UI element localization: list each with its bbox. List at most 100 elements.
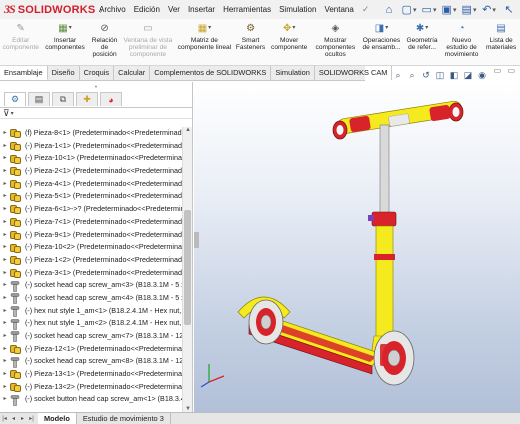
pin-icon[interactable]: ✓: [362, 4, 370, 15]
tab-5[interactable]: Simulation: [271, 66, 315, 80]
tab-1[interactable]: Diseño: [48, 66, 80, 80]
hide-show-icon[interactable]: ◉: [476, 69, 488, 81]
expand-arrow-icon[interactable]: ▸: [0, 317, 10, 330]
linear-pattern-button[interactable]: ▦ ▾ Matriz de componente lineal: [175, 19, 233, 65]
smart-fasteners-button[interactable]: ⚙ Smart Fasteners: [234, 19, 268, 65]
expand-arrow-icon[interactable]: ▸: [0, 241, 10, 254]
zoom-to-fit-icon[interactable]: ⌕: [392, 69, 404, 81]
filter-icon[interactable]: ⊽: [3, 108, 10, 119]
tree-row[interactable]: ▸ (f) Pieza-8<1> (Predeterminado<<Predete…: [0, 127, 182, 140]
feature-manager-tab[interactable]: ⚙: [4, 92, 26, 106]
tree-row[interactable]: ▸ (-) Pieza-4<1> (Predeterminado<<Predete…: [0, 178, 182, 191]
expand-arrow-icon[interactable]: ▸: [0, 330, 10, 343]
edit-component-button[interactable]: ✎ Editar componente: [0, 19, 41, 65]
expand-arrow-icon[interactable]: ▸: [0, 190, 10, 203]
show-hidden-button[interactable]: ◈ Mostrar componentes ocultos: [311, 19, 360, 65]
expand-arrow-icon[interactable]: ▸: [0, 279, 10, 292]
tree-row[interactable]: ▸ (-) Pieza-10<1> (Predeterminado<<Predet…: [0, 152, 182, 165]
tree-scrollbar[interactable]: ▲ ▼: [182, 127, 192, 412]
tree-row[interactable]: ▸ (-) Pieza-13<2> (Predeterminado<<Predet…: [0, 381, 182, 394]
new-document-icon[interactable]: ▢: [400, 2, 418, 18]
tab-0[interactable]: Ensamblaje: [0, 66, 48, 80]
first-tab-icon[interactable]: |◂: [0, 414, 9, 424]
view-orientation-icon[interactable]: ◧: [448, 69, 460, 81]
menu-item-0[interactable]: Archivo: [95, 0, 130, 19]
bill-of-materials-button[interactable]: ▤ Lista de materiales: [482, 19, 520, 65]
tab-4[interactable]: Complementos de SOLIDWORKS: [150, 66, 272, 80]
bottom-tab-0[interactable]: Modelo: [38, 412, 77, 424]
tree-row[interactable]: ▸ (-) Pieza-10<2> (Predeterminado<<Predet…: [0, 241, 182, 254]
save-icon[interactable]: ▣: [440, 2, 458, 18]
select-arrow-icon[interactable]: ↖: [500, 2, 518, 18]
configuration-manager-tab[interactable]: ⧉: [52, 92, 74, 106]
property-manager-tab[interactable]: ▤: [28, 92, 50, 106]
filter-dropdown-icon[interactable]: ▾: [11, 110, 14, 117]
expand-arrow-icon[interactable]: ▸: [0, 203, 10, 216]
assembly-features-button[interactable]: ◨ ▾ Operaciones de ensamb...: [360, 19, 403, 65]
reference-geometry-button[interactable]: ✱ ▾ Geometría de refer...: [403, 19, 441, 65]
expand-arrow-icon[interactable]: ▸: [0, 368, 10, 381]
tree-row[interactable]: ▸ (-) socket head cap screw_am<4> (B18.3.…: [0, 292, 182, 305]
expand-arrow-icon[interactable]: ▸: [0, 165, 10, 178]
zoom-area-icon[interactable]: ⌕: [406, 69, 418, 81]
tree-row[interactable]: ▸ (-) Pieza-1<1> (Predeterminado<<Predete…: [0, 140, 182, 153]
expand-arrow-icon[interactable]: ▸: [0, 229, 10, 242]
print-icon[interactable]: ▤: [460, 2, 478, 18]
undo-icon[interactable]: ↶: [480, 2, 498, 18]
expand-arrow-icon[interactable]: ▸: [0, 305, 10, 318]
graphics-area[interactable]: [194, 82, 520, 412]
move-component-button[interactable]: ✥ ▾ Mover componente: [268, 19, 311, 65]
tree-row[interactable]: ▸ (-) hex nut style 1_am<1> (B18.2.4.1M -…: [0, 305, 182, 318]
tree-row[interactable]: ▸ (-) Pieza-6<1>->? (Predeterminado<<Pred…: [0, 203, 182, 216]
tree-row[interactable]: ▸ (-) Pieza-9<1> (Predeterminado<<Predete…: [0, 229, 182, 242]
expand-arrow-icon[interactable]: ▸: [0, 381, 10, 394]
display-manager-tab[interactable]: ◕: [100, 92, 122, 106]
tree-row[interactable]: ▸ (-) Pieza-1<2> (Predeterminado<<Predete…: [0, 254, 182, 267]
previous-tab-icon[interactable]: ◂: [9, 414, 18, 424]
section-view-icon[interactable]: ◫: [434, 69, 446, 81]
menu-item-2[interactable]: Ver: [164, 0, 184, 19]
expand-arrow-icon[interactable]: ▸: [0, 178, 10, 191]
tab-6[interactable]: SOLIDWORKS CAM: [315, 66, 393, 80]
tree-row[interactable]: ▸ (-) Pieza-2<1> (Predeterminado<<Predete…: [0, 165, 182, 178]
last-tab-icon[interactable]: ▸|: [27, 414, 36, 424]
scrollbar-thumb[interactable]: [184, 210, 191, 325]
display-style-icon[interactable]: ◪: [462, 69, 474, 81]
menu-item-6[interactable]: Ventana: [320, 0, 357, 19]
tab-2[interactable]: Croquis: [80, 66, 115, 80]
previous-view-icon[interactable]: ↺: [420, 69, 432, 81]
expand-arrow-icon[interactable]: ▸: [0, 216, 10, 229]
tree-row[interactable]: ▸ (-) hex nut style 1_am<2> (B18.2.4.1M -…: [0, 317, 182, 330]
chevron-down-icon[interactable]: ▾: [208, 25, 211, 32]
expand-arrow-icon[interactable]: ▸: [0, 152, 10, 165]
menu-item-1[interactable]: Edición: [130, 0, 164, 19]
menu-item-3[interactable]: Insertar: [184, 0, 219, 19]
next-tab-icon[interactable]: ▸: [18, 414, 27, 424]
tree-row[interactable]: ▸ (-) Pieza-3<1> (Predeterminado<<Predete…: [0, 267, 182, 280]
expand-arrow-icon[interactable]: ▸: [0, 292, 10, 305]
component-preview-button[interactable]: ▭ Ventana de vista preliminar de componen…: [121, 19, 176, 65]
tree-row[interactable]: ▸ (-) Pieza-5<1> (Predeterminado<<Predete…: [0, 190, 182, 203]
solidworks-logo[interactable]: 3S SOLIDWORKS ›: [0, 0, 102, 19]
bottom-tab-1[interactable]: Estudio de movimiento 3: [77, 412, 171, 424]
chevron-down-icon[interactable]: ▾: [425, 25, 428, 32]
tab-3[interactable]: Calcular: [114, 66, 151, 80]
chevron-down-icon[interactable]: ▾: [385, 25, 388, 32]
chevron-down-icon[interactable]: ▾: [292, 25, 295, 32]
window-controls[interactable]: ▭ ▭: [494, 66, 517, 75]
insert-components-button[interactable]: ▦ ▾ Insertar componentes: [41, 19, 88, 65]
tree-row[interactable]: ▸ (-) Pieza-7<1> (Predeterminado<<Predete…: [0, 216, 182, 229]
tree-row[interactable]: ▸ (-) socket head cap screw_am<7> (B18.3.…: [0, 330, 182, 343]
expand-arrow-icon[interactable]: ▸: [0, 127, 10, 140]
expand-arrow-icon[interactable]: ▸: [0, 140, 10, 153]
tree-row[interactable]: ▸ (-) Pieza-12<1> (Predeterminado<<Predet…: [0, 343, 182, 356]
menu-item-5[interactable]: Simulation: [275, 0, 320, 19]
mate-button[interactable]: ⊘ Relación de posición: [89, 19, 121, 65]
menu-item-4[interactable]: Herramientas: [219, 0, 275, 19]
scroll-up-icon[interactable]: ▲: [183, 127, 193, 133]
home-icon[interactable]: ⌂: [380, 2, 398, 18]
open-folder-icon[interactable]: ▭: [420, 2, 438, 18]
expand-arrow-icon[interactable]: ▸: [0, 254, 10, 267]
tree-row[interactable]: ▸ (-) socket button head cap screw_am<1> …: [0, 393, 182, 406]
panel-collapse-handle[interactable]: •: [0, 82, 192, 92]
